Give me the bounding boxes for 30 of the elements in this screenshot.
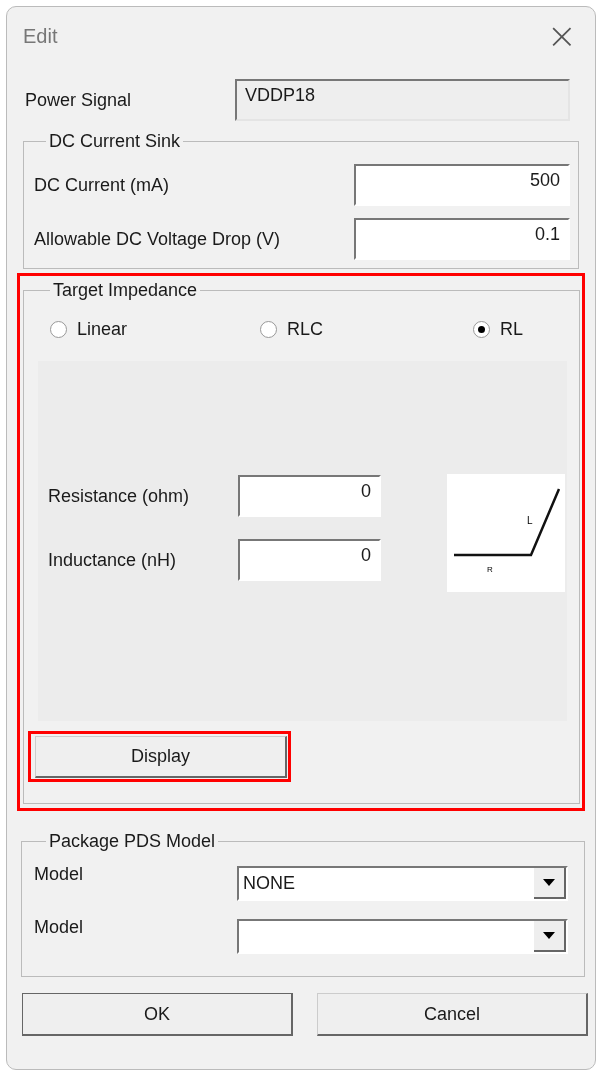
field-label: Power Signal xyxy=(25,89,132,111)
model-dropdown[interactable] xyxy=(237,919,568,954)
window-title: Edit xyxy=(22,24,58,48)
caret-icon xyxy=(534,868,566,899)
input-field[interactable]: 0 xyxy=(238,475,381,517)
dialog-button[interactable]: Cancel xyxy=(317,993,588,1036)
radio-option[interactable]: Linear xyxy=(50,319,128,340)
radio-icon[interactable] xyxy=(473,321,490,338)
group-title: Target Impedance xyxy=(52,280,199,301)
radio-icon[interactable] xyxy=(260,321,277,338)
close-button[interactable]: × xyxy=(538,18,585,54)
field-label: Model xyxy=(34,864,84,885)
field-label: Inductance (nH) xyxy=(48,549,177,571)
input-field[interactable]: 0 xyxy=(238,539,381,581)
display-button[interactable]: Display xyxy=(35,736,287,778)
dialog-button[interactable]: OK xyxy=(22,993,293,1036)
group-title: Package PDS Model xyxy=(48,831,217,852)
field-label: DC Current (mA) xyxy=(34,174,169,196)
caret-icon xyxy=(534,921,566,952)
field-label: Allowable DC Voltage Drop (V) xyxy=(34,228,281,250)
field-label: Model xyxy=(34,917,84,938)
input-field[interactable]: 0.1 xyxy=(354,218,570,260)
rl-curve-drawing: L R xyxy=(447,474,565,592)
model-dropdown[interactable]: NONE xyxy=(237,866,568,901)
radio-icon[interactable] xyxy=(50,321,67,338)
radio-option[interactable]: RL xyxy=(473,319,523,340)
group-title: DC Current Sink xyxy=(48,131,182,152)
field-label: Resistance (ohm) xyxy=(48,485,190,507)
radio-option[interactable]: RLC xyxy=(260,319,323,340)
input-field[interactable]: 500 xyxy=(354,164,570,206)
